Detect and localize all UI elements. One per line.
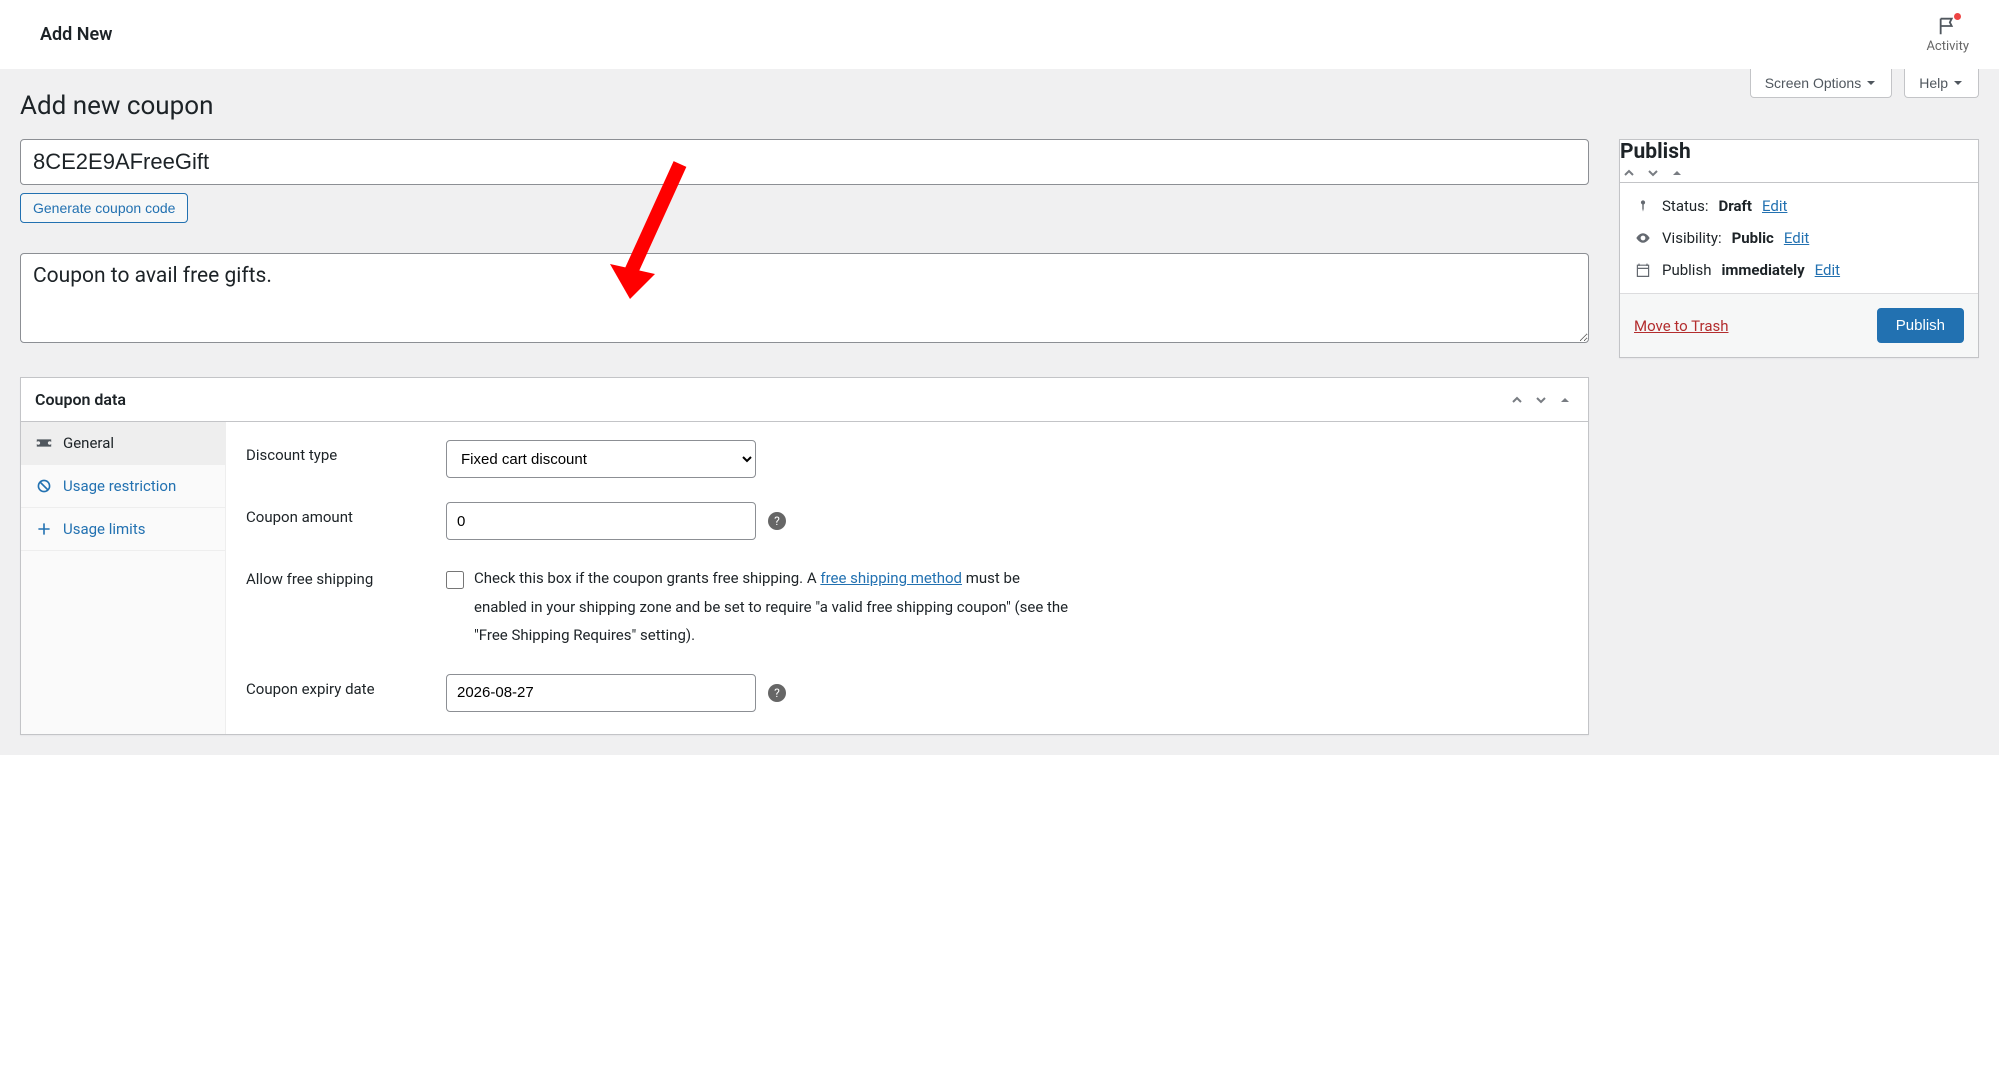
calendar-icon xyxy=(1634,261,1652,279)
caret-down-icon xyxy=(1952,77,1964,89)
schedule-value: immediately xyxy=(1721,261,1804,279)
admin-bar-title: Add New xyxy=(40,24,112,45)
discount-type-select[interactable]: Fixed cart discount xyxy=(446,440,756,478)
pin-icon xyxy=(1634,197,1652,215)
edit-status-link[interactable]: Edit xyxy=(1762,197,1787,215)
tab-general[interactable]: General xyxy=(21,422,225,465)
status-value: Draft xyxy=(1719,197,1752,215)
publish-button[interactable]: Publish xyxy=(1877,308,1964,343)
free-shipping-description: Check this box if the coupon grants free… xyxy=(474,564,1074,650)
caret-up-icon[interactable] xyxy=(1668,164,1686,182)
coupon-data-panel: Coupon data General xyxy=(20,377,1589,735)
free-shipping-checkbox[interactable] xyxy=(446,571,464,589)
screen-options-label: Screen Options xyxy=(1765,75,1862,91)
visibility-value: Public xyxy=(1732,229,1774,247)
expiry-label: Coupon expiry date xyxy=(246,674,426,698)
caret-down-icon xyxy=(1865,77,1877,89)
caret-up-icon[interactable] xyxy=(1556,391,1574,409)
help-icon[interactable]: ? xyxy=(768,512,786,530)
chevron-down-icon[interactable] xyxy=(1644,164,1662,182)
screen-meta-links: Screen Options Help xyxy=(1750,69,1979,98)
free-shipping-method-link[interactable]: free shipping method xyxy=(820,569,962,587)
ticket-icon xyxy=(35,434,53,452)
free-shipping-label: Allow free shipping xyxy=(246,564,426,588)
schedule-label: Publish xyxy=(1662,261,1711,279)
coupon-amount-label: Coupon amount xyxy=(246,502,426,526)
admin-top-bar: Add New Activity xyxy=(0,0,1999,69)
status-label: Status: xyxy=(1662,197,1709,215)
coupon-description-textarea[interactable] xyxy=(20,253,1589,343)
edit-visibility-link[interactable]: Edit xyxy=(1784,229,1809,247)
help-label: Help xyxy=(1919,75,1948,91)
publish-panel: Publish Status: Draft Edit xyxy=(1619,139,1979,358)
coupon-code-input[interactable] xyxy=(20,139,1589,185)
activity-button[interactable]: Activity xyxy=(1926,15,1969,54)
arrows-icon xyxy=(35,520,53,538)
tab-label: Usage restriction xyxy=(63,477,176,495)
generate-coupon-code-button[interactable]: Generate coupon code xyxy=(20,193,188,223)
page-title: Add new coupon xyxy=(20,69,1979,139)
publish-heading: Publish xyxy=(1620,140,1978,164)
chevron-up-icon[interactable] xyxy=(1508,391,1526,409)
ban-icon xyxy=(35,477,53,495)
chevron-up-icon[interactable] xyxy=(1620,164,1638,182)
help-icon[interactable]: ? xyxy=(768,684,786,702)
edit-schedule-link[interactable]: Edit xyxy=(1815,261,1840,279)
tab-usage-limits[interactable]: Usage limits xyxy=(21,508,225,551)
eye-icon xyxy=(1634,229,1652,247)
coupon-tabs: General Usage restriction Usage limits xyxy=(21,422,226,734)
move-to-trash-link[interactable]: Move to Trash xyxy=(1634,317,1728,335)
expiry-date-input[interactable] xyxy=(446,674,756,712)
screen-options-button[interactable]: Screen Options xyxy=(1750,69,1893,98)
help-button[interactable]: Help xyxy=(1904,69,1979,98)
coupon-data-heading: Coupon data xyxy=(35,390,126,409)
tab-label: General xyxy=(63,434,114,452)
activity-label: Activity xyxy=(1926,39,1969,54)
flag-icon xyxy=(1937,15,1959,37)
tab-label: Usage limits xyxy=(63,520,145,538)
chevron-down-icon[interactable] xyxy=(1532,391,1550,409)
text-part: Check this box if the coupon grants free… xyxy=(474,569,820,587)
tab-usage-restriction[interactable]: Usage restriction xyxy=(21,465,225,508)
coupon-amount-input[interactable] xyxy=(446,502,756,540)
discount-type-label: Discount type xyxy=(246,440,426,464)
visibility-label: Visibility: xyxy=(1662,229,1722,247)
